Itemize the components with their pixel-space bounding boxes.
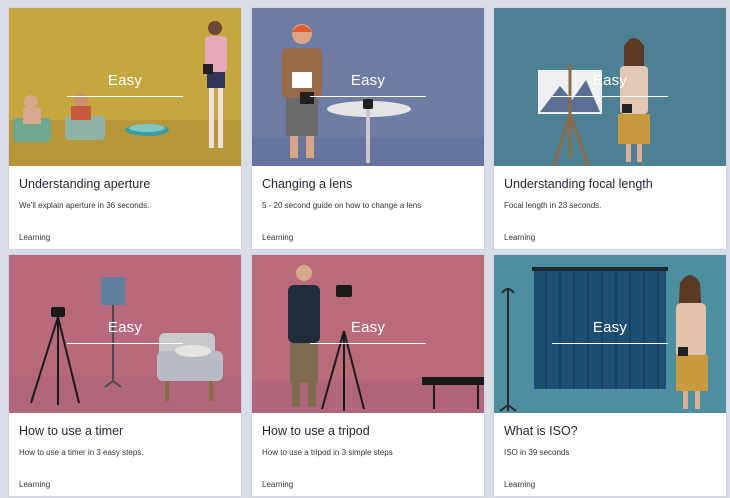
tutorial-card-how-to-use-a-timer[interactable]: Easy How to use a timer How to use a tim… (9, 255, 241, 496)
card-thumbnail: Easy (252, 8, 484, 166)
difficulty-label: Easy (107, 319, 143, 336)
card-title[interactable]: How to use a timer (19, 424, 123, 438)
tutorial-card-understanding-aperture[interactable]: Easy Understanding aperture We'll explai… (9, 8, 241, 249)
difficulty-underline (310, 96, 426, 97)
difficulty-underline (552, 96, 668, 97)
tutorial-card-understanding-focal-length[interactable]: Easy Understanding focal length Focal le… (494, 8, 726, 249)
card-category: Learning (19, 480, 51, 489)
tutorial-grid: Easy Understanding aperture We'll explai… (0, 0, 730, 498)
difficulty-label: Easy (350, 72, 386, 89)
card-thumbnail: Easy (9, 8, 241, 166)
card-thumbnail: Easy (252, 255, 484, 413)
tutorial-card-what-is-iso[interactable]: Easy What is ISO? ISO in 39 seconds Lear… (494, 255, 726, 496)
card-category: Learning (504, 233, 536, 242)
card-description: Focal length in 23 seconds. (504, 201, 602, 210)
difficulty-underline (552, 343, 668, 344)
card-description: 5 - 20 second guide on how to change a l… (262, 201, 422, 210)
card-description: How to use a tripod in 3 simple steps (262, 448, 393, 457)
card-title[interactable]: What is ISO? (504, 424, 578, 438)
difficulty-label: Easy (592, 319, 628, 336)
card-description: How to use a timer in 3 easy steps. (19, 448, 144, 457)
card-title[interactable]: Understanding focal length (504, 177, 653, 191)
card-category: Learning (504, 480, 536, 489)
card-category: Learning (262, 233, 294, 242)
difficulty-label: Easy (350, 319, 386, 336)
difficulty-label: Easy (592, 72, 628, 89)
difficulty-label: Easy (107, 72, 143, 89)
card-description: We'll explain aperture in 36 seconds. (19, 201, 150, 210)
card-title[interactable]: Understanding aperture (19, 177, 150, 191)
card-thumbnail: Easy (494, 8, 726, 166)
difficulty-underline (67, 343, 183, 344)
card-title[interactable]: How to use a tripod (262, 424, 370, 438)
difficulty-underline (67, 96, 183, 97)
tutorial-card-how-to-use-a-tripod[interactable]: Easy How to use a tripod How to use a tr… (252, 255, 484, 496)
tutorial-card-changing-a-lens[interactable]: Easy Changing a lens 5 - 20 second guide… (252, 8, 484, 249)
card-category: Learning (19, 233, 51, 242)
card-title[interactable]: Changing a lens (262, 177, 352, 191)
card-category: Learning (262, 480, 294, 489)
card-thumbnail: Easy (494, 255, 726, 413)
difficulty-underline (310, 343, 426, 344)
card-thumbnail: Easy (9, 255, 241, 413)
card-description: ISO in 39 seconds (504, 448, 570, 457)
